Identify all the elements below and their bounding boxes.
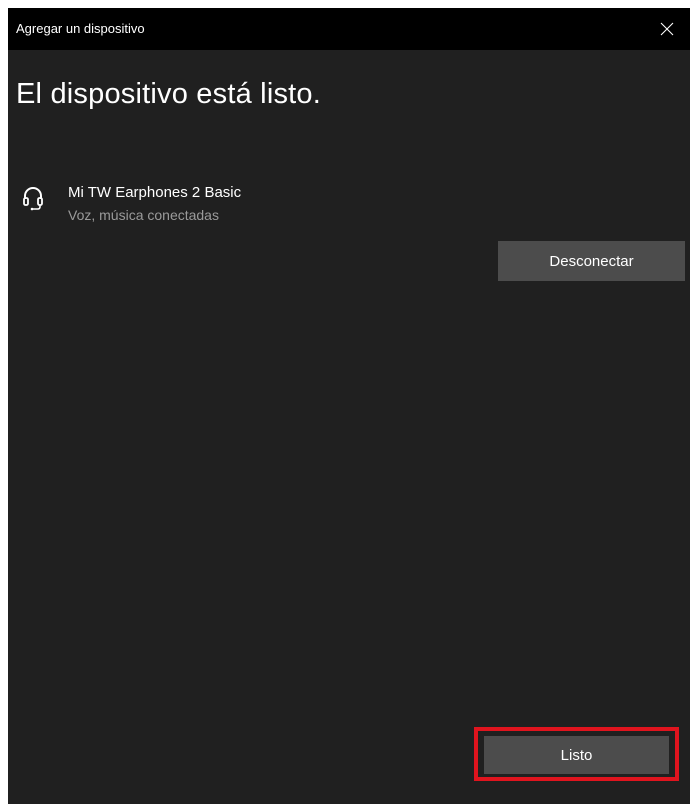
device-item: Mi TW Earphones 2 Basic Voz, música cone…	[22, 182, 622, 232]
page-title: El dispositivo está listo.	[16, 78, 321, 110]
title-bar: Agregar un dispositivo	[8, 8, 690, 50]
window-title: Agregar un dispositivo	[16, 21, 145, 36]
close-icon	[660, 22, 674, 36]
add-device-dialog: Agregar un dispositivo El dispositivo es…	[8, 8, 690, 804]
headset-icon	[23, 187, 43, 211]
close-button[interactable]	[644, 8, 690, 50]
done-button[interactable]: Listo	[484, 736, 669, 774]
disconnect-button[interactable]: Desconectar	[498, 241, 685, 281]
device-name: Mi TW Earphones 2 Basic	[68, 184, 242, 201]
device-status: Voz, música conectadas	[68, 207, 219, 223]
